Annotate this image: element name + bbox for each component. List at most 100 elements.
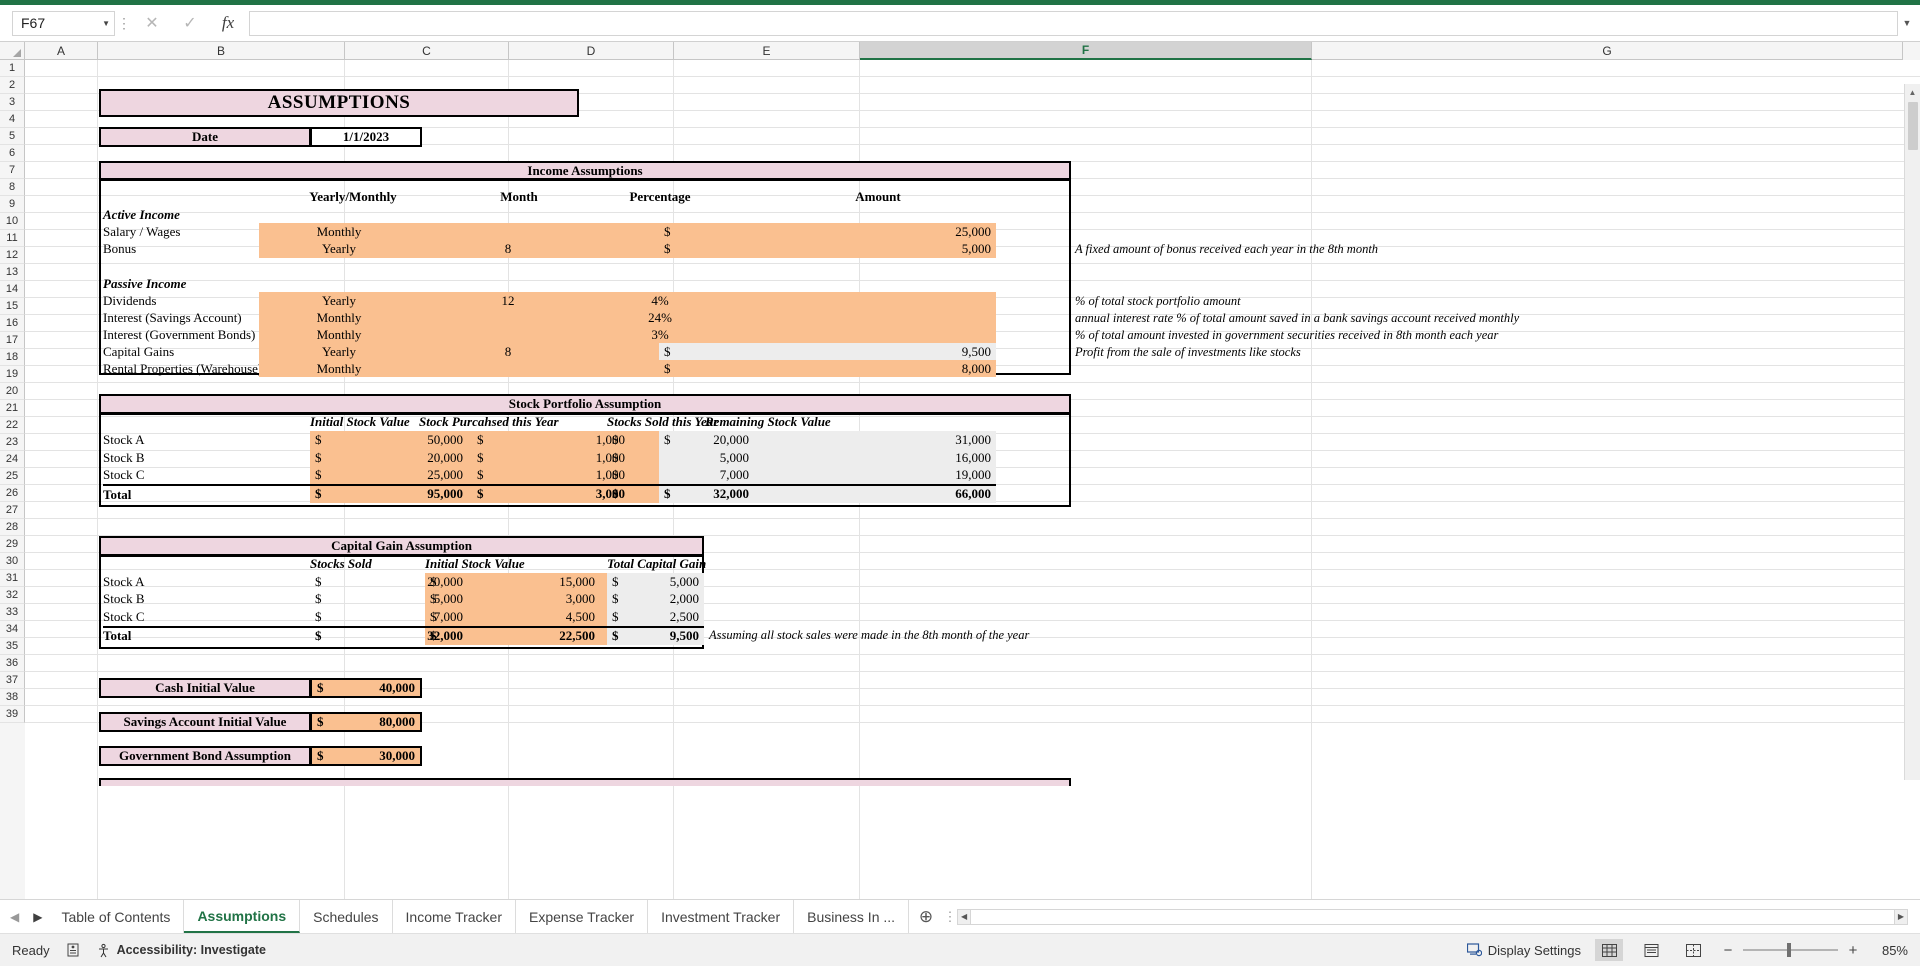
- select-all-corner[interactable]: [0, 42, 25, 60]
- income-row-month[interactable]: 8: [425, 343, 591, 361]
- zoom-level[interactable]: 85%: [1874, 943, 1908, 958]
- row-header[interactable]: 27: [0, 502, 25, 519]
- display-settings-button[interactable]: Display Settings: [1466, 943, 1581, 958]
- sheet-tab-business-income[interactable]: Business In ...: [794, 900, 910, 933]
- sheet-tab-income-tracker[interactable]: Income Tracker: [393, 900, 516, 933]
- row-header[interactable]: 22: [0, 417, 25, 434]
- zoom-in-button[interactable]: +: [1846, 942, 1860, 959]
- stock-remaining-value[interactable]: 19,000: [825, 466, 996, 484]
- cg-initial-value[interactable]: 4,500: [472, 608, 600, 626]
- row-header[interactable]: 38: [0, 689, 25, 706]
- income-row-amount[interactable]: 9,500: [825, 343, 996, 361]
- row-header[interactable]: 10: [0, 213, 25, 230]
- formula-expand-icon[interactable]: ▼: [1898, 11, 1916, 36]
- income-row-frequency[interactable]: Monthly: [259, 223, 419, 241]
- row-header[interactable]: 28: [0, 519, 25, 536]
- date-value[interactable]: 1/1/2023: [310, 127, 422, 147]
- next-sheet-icon[interactable]: ▶: [33, 910, 42, 924]
- stock-initial-value[interactable]: 20,000: [340, 449, 468, 467]
- column-header-G[interactable]: G: [1312, 42, 1903, 60]
- row-header[interactable]: 2: [0, 77, 25, 94]
- row-header[interactable]: 34: [0, 621, 25, 638]
- row-header[interactable]: 18: [0, 349, 25, 366]
- row-header[interactable]: 12: [0, 247, 25, 264]
- savings-initial-value[interactable]: 80,000: [336, 714, 420, 730]
- row-header[interactable]: 5: [0, 128, 25, 145]
- income-row-frequency[interactable]: Yearly: [259, 292, 419, 310]
- income-row-month[interactable]: [425, 309, 591, 327]
- row-header[interactable]: 16: [0, 315, 25, 332]
- cg-initial-value[interactable]: 3,000: [472, 590, 600, 608]
- scrollbar-thumb[interactable]: [1907, 102, 1918, 150]
- row-header[interactable]: 3: [0, 94, 25, 111]
- row-header[interactable]: 29: [0, 536, 25, 553]
- row-header[interactable]: 39: [0, 706, 25, 723]
- row-header[interactable]: 15: [0, 298, 25, 315]
- income-row-month[interactable]: 12: [425, 292, 591, 310]
- cancel-icon[interactable]: ✕: [133, 10, 171, 36]
- stock-initial-value[interactable]: 50,000: [340, 431, 468, 449]
- row-header[interactable]: 8: [0, 179, 25, 196]
- fx-icon[interactable]: fx: [209, 10, 247, 36]
- row-header[interactable]: 33: [0, 604, 25, 621]
- vertical-dots-icon[interactable]: ⋮: [115, 15, 133, 32]
- cash-initial-value-cell[interactable]: $ 40,000: [310, 678, 422, 698]
- cell-area[interactable]: ASSUMPTIONS Date 1/1/2023 Income Assumpt…: [25, 60, 1920, 899]
- row-header[interactable]: 14: [0, 281, 25, 298]
- page-layout-view-button[interactable]: [1637, 939, 1665, 961]
- income-row-frequency[interactable]: Monthly: [259, 326, 419, 344]
- accessibility-status[interactable]: Accessibility: Investigate: [96, 943, 266, 958]
- stock-sold-value[interactable]: 7,000: [637, 466, 754, 484]
- row-header[interactable]: 20: [0, 383, 25, 400]
- stock-initial-value[interactable]: 25,000: [340, 466, 468, 484]
- income-row-amount[interactable]: 8,000: [825, 360, 996, 377]
- column-header-A[interactable]: A: [25, 42, 98, 60]
- hscroll-left-icon[interactable]: ◀: [957, 908, 972, 925]
- column-header-F[interactable]: F: [860, 42, 1312, 60]
- row-header[interactable]: 9: [0, 196, 25, 213]
- income-row-percentage[interactable]: 24%: [577, 309, 743, 327]
- scroll-up-icon[interactable]: ▲: [1905, 84, 1920, 100]
- savings-initial-value-cell[interactable]: $ 80,000: [310, 712, 422, 732]
- row-header[interactable]: 6: [0, 145, 25, 162]
- row-header[interactable]: 4: [0, 111, 25, 128]
- row-header[interactable]: 13: [0, 264, 25, 281]
- sheet-tab-investment-tracker[interactable]: Investment Tracker: [648, 900, 795, 933]
- row-header[interactable]: 26: [0, 485, 25, 502]
- government-bond-value[interactable]: 30,000: [336, 748, 420, 764]
- income-row-month[interactable]: [425, 326, 591, 344]
- hscroll-track[interactable]: [970, 908, 1895, 925]
- income-row-percentage[interactable]: 3%: [577, 326, 743, 344]
- stock-sold-value[interactable]: 20,000: [637, 431, 754, 449]
- chevron-down-icon[interactable]: ▼: [102, 19, 110, 28]
- hscroll-right-icon[interactable]: ▶: [1894, 908, 1908, 925]
- cg-initial-value[interactable]: 15,000: [472, 573, 600, 591]
- formula-input[interactable]: [249, 10, 1898, 36]
- sheet-tab-assumptions[interactable]: Assumptions: [184, 900, 301, 933]
- name-box[interactable]: F67 ▼: [12, 10, 115, 36]
- income-row-month[interactable]: [425, 223, 591, 241]
- sheet-tab-schedules[interactable]: Schedules: [300, 900, 393, 933]
- row-header[interactable]: 23: [0, 434, 25, 451]
- page-break-view-button[interactable]: [1679, 939, 1707, 961]
- add-sheet-icon[interactable]: ⊕: [909, 900, 943, 933]
- column-header-D[interactable]: D: [509, 42, 674, 60]
- stock-remaining-value[interactable]: 16,000: [825, 449, 996, 467]
- row-header[interactable]: 31: [0, 570, 25, 587]
- sheet-tab-table-of-contents[interactable]: Table of Contents: [48, 900, 185, 933]
- income-row-percentage[interactable]: 4%: [577, 292, 743, 310]
- row-header[interactable]: 24: [0, 451, 25, 468]
- cash-initial-value[interactable]: 40,000: [336, 680, 420, 696]
- income-row-frequency[interactable]: Monthly: [259, 309, 419, 327]
- horizontal-scrollbar[interactable]: ◀ ▶: [957, 900, 1920, 933]
- column-header-B[interactable]: B: [98, 42, 345, 60]
- income-row-frequency[interactable]: Yearly: [259, 240, 419, 258]
- sheet-tab-expense-tracker[interactable]: Expense Tracker: [516, 900, 649, 933]
- row-header[interactable]: 19: [0, 366, 25, 383]
- column-header-C[interactable]: C: [345, 42, 509, 60]
- stock-remaining-value[interactable]: 31,000: [825, 431, 996, 449]
- row-header[interactable]: 32: [0, 587, 25, 604]
- income-row-amount[interactable]: 25,000: [825, 223, 996, 241]
- normal-view-button[interactable]: [1595, 939, 1623, 961]
- zoom-slider-thumb[interactable]: [1787, 943, 1791, 957]
